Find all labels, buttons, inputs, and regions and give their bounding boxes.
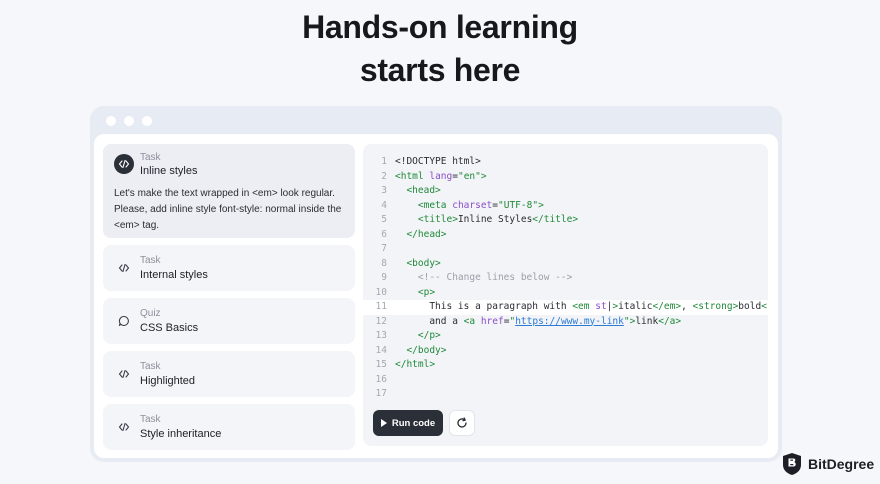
task-description: Let's make the text wrapped in <em> look… (114, 188, 342, 231)
task-kind-label: Task (140, 414, 161, 425)
hero-title-line-2: starts here (359, 52, 521, 88)
code-line-12: 12 and a <a href="https://www.my-link">l… (363, 315, 768, 330)
quiz-name: CSS Basics (140, 322, 199, 334)
code-line-8: 8 <body> (363, 257, 768, 272)
bitdegree-brand: BitDegree (781, 451, 874, 477)
brand-name: BitDegree (808, 456, 875, 472)
play-icon (380, 419, 387, 427)
window-dot-1 (106, 116, 116, 126)
code-area[interactable]: 1 <!DOCTYPE html> 2 <html lang="en"> 3 <he… (363, 155, 768, 402)
task-card-internal-styles[interactable]: Task Internal styles (103, 245, 355, 291)
line-number: 3 (381, 185, 387, 196)
line-number: 14 (375, 344, 387, 356)
code-text: and a <a href="https://www.my-link">link… (395, 315, 682, 327)
window-controls (106, 116, 152, 126)
code-line-9: 9 <!-- Change lines below --> (363, 271, 768, 286)
code-icon (114, 364, 134, 384)
code-line-17: 17 (363, 387, 768, 402)
line-number: 12 (375, 315, 387, 327)
code-line-4: 4 <meta charset="UTF-8"> (363, 199, 768, 214)
task-name: Inline styles (140, 165, 198, 177)
code-icon (114, 417, 134, 437)
code-text: </body> (406, 344, 447, 356)
code-text: <title>Inline Styles</title> (417, 214, 579, 225)
task-card-inline-styles[interactable]: Task Inline styles Let's make the text w… (103, 144, 355, 238)
code-text: This is a paragraph with <em st|>italic<… (395, 301, 767, 312)
line-number: 6 (381, 228, 387, 240)
task-name: Internal styles (140, 269, 208, 281)
line-number: 5 (381, 214, 387, 225)
task-kind-label: Task (140, 152, 161, 163)
line-number: 15 (375, 359, 387, 370)
code-line-13: 13 </p> (363, 329, 768, 344)
code-line-15: 15 </html> (363, 358, 768, 373)
line-number: 11 (375, 301, 387, 312)
code-line-11[interactable]: 11 This is a paragraph with <em st|>ital… (363, 300, 768, 315)
code-text: <p> (417, 286, 436, 298)
code-line-7: 7 (363, 242, 768, 257)
code-text: <!DOCTYPE html> (395, 156, 481, 167)
line-number: 2 (381, 170, 387, 182)
reset-code-button[interactable] (449, 410, 475, 436)
bitdegree-shield-logo (783, 453, 801, 475)
window-dot-3 (142, 116, 152, 126)
line-number: 17 (375, 388, 387, 399)
line-number: 16 (375, 373, 387, 385)
code-text: </head> (406, 228, 447, 240)
browser-window: Task Inline styles Let's make the text w… (90, 106, 782, 462)
code-line-2: 2 <html lang="en"> (363, 170, 768, 185)
code-line-5: 5 <title>Inline Styles</title> (363, 213, 768, 228)
code-text: <meta charset="UTF-8"> (417, 199, 544, 211)
line-number: 4 (381, 199, 387, 211)
task-kind-label: Task (140, 361, 161, 372)
run-code-label: Run code (391, 417, 436, 429)
line-number: 9 (381, 272, 387, 283)
run-code-button[interactable]: Run code (373, 410, 443, 436)
code-line-3: 3 <head> (363, 184, 768, 199)
code-text: </p> (417, 330, 441, 341)
code-text: </html> (395, 359, 436, 370)
task-card-highlighted[interactable]: Task Highlighted (103, 351, 355, 397)
lesson-panel: Task Inline styles Let's make the text w… (94, 134, 778, 458)
code-editor[interactable]: 1 <!DOCTYPE html> 2 <html lang="en"> 3 <he… (363, 144, 768, 446)
task-kind-label: Task (140, 255, 161, 266)
code-icon (114, 258, 134, 278)
window-dot-2 (124, 116, 134, 126)
code-text: <body> (406, 257, 441, 269)
code-icon (114, 154, 134, 174)
chat-bubble-icon (114, 311, 134, 331)
hero-title-line-1: Hands-on learning (302, 9, 578, 45)
code-line-6: 6 </head> (363, 228, 768, 243)
task-card-style-inheritance[interactable]: Task Style inheritance (103, 404, 355, 450)
code-text: <!-- Change lines below --> (417, 272, 573, 283)
quiz-card-css-basics[interactable]: Quiz CSS Basics (103, 298, 355, 344)
code-text: <html lang="en"> (395, 170, 487, 182)
code-line-1: 1 <!DOCTYPE html> (363, 155, 768, 170)
code-text: <head> (406, 185, 441, 196)
refresh-icon (457, 417, 467, 428)
quiz-kind-label: Quiz (140, 308, 161, 319)
line-number: 8 (381, 257, 387, 269)
task-name: Style inheritance (140, 428, 222, 440)
task-list: Task Inline styles Let's make the text w… (103, 144, 355, 457)
hero-title: Hands-on learning starts here (0, 6, 880, 92)
line-number: 13 (375, 330, 387, 341)
line-number: 7 (381, 243, 387, 254)
line-number: 1 (381, 156, 387, 167)
line-number: 10 (375, 286, 387, 298)
task-name: Highlighted (140, 375, 196, 387)
code-line-10: 10 <p> (363, 286, 768, 301)
code-line-14: 14 </body> (363, 344, 768, 359)
code-line-16: 16 (363, 373, 768, 388)
